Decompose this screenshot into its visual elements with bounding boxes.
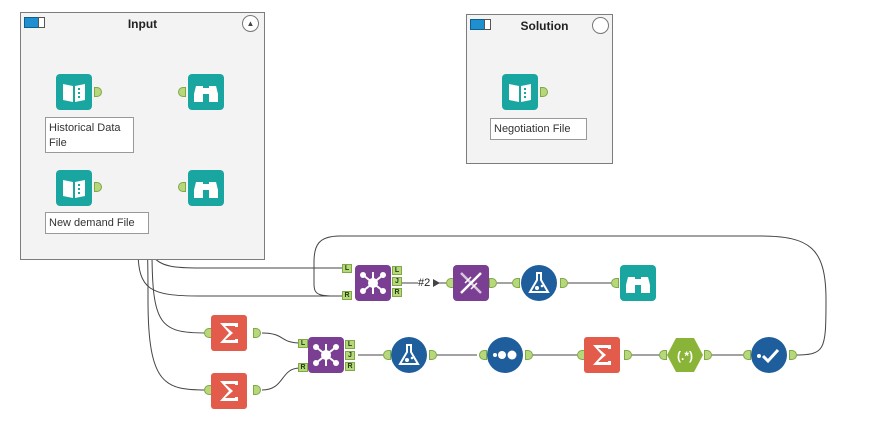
input-anchor[interactable] bbox=[383, 350, 391, 360]
regex-tool[interactable]: (.*) bbox=[667, 337, 703, 373]
dots-icon bbox=[487, 337, 523, 373]
sample-tool[interactable] bbox=[487, 337, 523, 373]
sigma-icon bbox=[211, 373, 247, 409]
input-anchor[interactable] bbox=[512, 278, 520, 288]
formula-tool-bottom[interactable] bbox=[391, 337, 427, 373]
input-anchor[interactable] bbox=[743, 350, 751, 360]
svg-text:(.*): (.*) bbox=[677, 349, 693, 363]
join-output-right[interactable]: R bbox=[392, 288, 402, 297]
summarize-tool-3[interactable] bbox=[584, 337, 620, 373]
browse-tool-historical[interactable] bbox=[188, 74, 224, 110]
join-icon bbox=[308, 337, 344, 373]
flask-icon bbox=[391, 337, 427, 373]
input-tool-historical[interactable] bbox=[56, 74, 92, 110]
book-input-icon bbox=[56, 74, 92, 110]
binoculars-icon bbox=[620, 265, 656, 301]
join-left-anchor[interactable]: L bbox=[298, 339, 308, 348]
join-tool-top[interactable] bbox=[355, 265, 391, 301]
join-output-right[interactable]: R bbox=[345, 362, 355, 371]
dna-tool[interactable] bbox=[453, 265, 489, 301]
input-anchor[interactable] bbox=[178, 182, 186, 192]
input-anchor[interactable] bbox=[178, 87, 186, 97]
connection-badge: #2 bbox=[418, 277, 431, 289]
annotation-negotiation: Negotiation File bbox=[490, 118, 587, 140]
join-output-join[interactable]: J bbox=[392, 277, 402, 286]
input-anchor[interactable] bbox=[479, 350, 487, 360]
book-input-icon bbox=[56, 170, 92, 206]
join-right-anchor[interactable]: R bbox=[342, 291, 352, 300]
join-output-left[interactable]: L bbox=[392, 266, 402, 275]
summarize-tool-1[interactable] bbox=[211, 315, 247, 351]
input-container-title: Input bbox=[127, 17, 158, 31]
input-tool-new-demand[interactable] bbox=[56, 170, 92, 206]
binoculars-icon bbox=[188, 170, 224, 206]
binoculars-icon bbox=[188, 74, 224, 110]
sigma-icon bbox=[211, 315, 247, 351]
solution-container-header[interactable]: Solution bbox=[467, 15, 612, 37]
browse-tool-new-demand[interactable] bbox=[188, 170, 224, 206]
flask-icon bbox=[521, 265, 557, 301]
join-icon bbox=[355, 265, 391, 301]
input-anchor[interactable] bbox=[659, 350, 667, 360]
summarize-tool-2[interactable] bbox=[211, 373, 247, 409]
dna-icon bbox=[453, 265, 489, 301]
sigma-icon bbox=[584, 337, 620, 373]
input-container-header[interactable]: Input ▲ bbox=[21, 13, 264, 35]
join-right-anchor[interactable]: R bbox=[298, 363, 308, 372]
annotation-historical: Historical Data File bbox=[45, 117, 134, 153]
formula-tool-top[interactable] bbox=[521, 265, 557, 301]
join-left-anchor[interactable]: L bbox=[342, 264, 352, 273]
book-input-icon bbox=[502, 74, 538, 110]
test-tool[interactable] bbox=[751, 337, 787, 373]
browse-tool-result[interactable] bbox=[620, 265, 656, 301]
collapse-icon[interactable] bbox=[592, 17, 609, 34]
join-output-left[interactable]: L bbox=[345, 340, 355, 349]
regex-icon: (.*) bbox=[667, 338, 703, 372]
annotation-new-demand: New demand File bbox=[45, 212, 149, 234]
collapse-icon[interactable]: ▲ bbox=[242, 15, 259, 32]
join-output-join[interactable]: J bbox=[345, 351, 355, 360]
join-tool-bottom[interactable] bbox=[308, 337, 344, 373]
check-icon bbox=[751, 337, 787, 373]
input-tool-negotiation[interactable] bbox=[502, 74, 538, 110]
input-anchor[interactable] bbox=[611, 278, 619, 288]
